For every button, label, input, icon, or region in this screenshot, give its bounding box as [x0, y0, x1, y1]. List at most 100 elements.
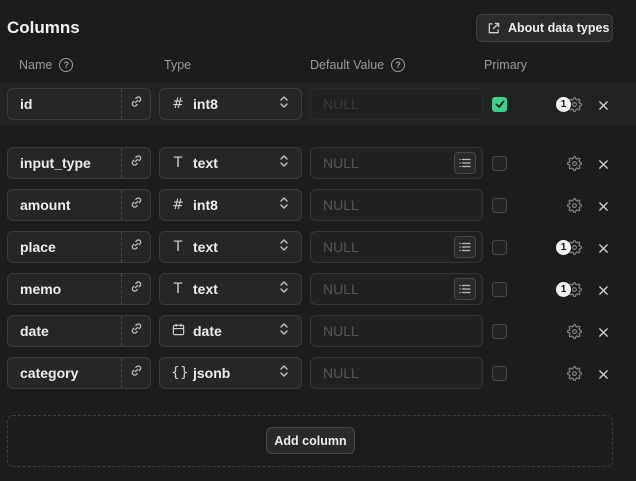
foreign-key-link-button[interactable]	[121, 232, 150, 262]
column-name-value: id	[20, 96, 33, 112]
default-value-input[interactable]: NULL	[310, 88, 483, 120]
column-name-value: amount	[20, 197, 71, 213]
help-icon[interactable]: ?	[391, 58, 406, 72]
check-icon	[495, 96, 505, 114]
default-value-input[interactable]: NULL	[310, 231, 483, 263]
remove-column-button[interactable]	[598, 367, 609, 385]
close-icon	[598, 367, 609, 384]
column-name-value: place	[20, 239, 56, 255]
suggestions-list-button[interactable]	[454, 278, 476, 300]
foreign-key-link-button[interactable]	[121, 316, 150, 346]
gear-icon[interactable]	[567, 156, 582, 176]
settings-count-badge: 1	[556, 282, 571, 297]
close-icon	[598, 199, 609, 216]
column-type-value: text	[193, 155, 218, 171]
hash-icon: #	[172, 197, 184, 213]
about-data-types-label: About data types	[508, 21, 610, 35]
add-column-button[interactable]: Add column	[266, 427, 355, 454]
column-name-input[interactable]: memo	[7, 273, 151, 305]
close-icon	[598, 283, 609, 300]
column-type-select[interactable]: Ttext	[159, 231, 302, 263]
default-value-input[interactable]: NULL	[310, 357, 483, 389]
default-value-input[interactable]: NULL	[310, 273, 483, 305]
column-name-input[interactable]: input_type	[7, 147, 151, 179]
close-icon	[598, 157, 609, 174]
column-name-input[interactable]: amount	[7, 189, 151, 221]
column-name-value: date	[20, 323, 49, 339]
column-name-input[interactable]: date	[7, 315, 151, 347]
default-value-input[interactable]: NULL	[310, 147, 483, 179]
column-type-select[interactable]: Ttext	[159, 273, 302, 305]
primary-key-checkbox[interactable]	[492, 97, 507, 112]
column-row: date date NULL	[0, 310, 636, 352]
column-type-value: jsonb	[193, 365, 231, 381]
link-icon	[130, 154, 143, 172]
column-type-value: int8	[193, 96, 218, 112]
close-icon	[598, 241, 609, 258]
remove-column-button[interactable]	[598, 283, 609, 301]
primary-key-checkbox[interactable]	[492, 324, 507, 339]
default-value-placeholder: NULL	[323, 239, 359, 255]
suggestions-list-button[interactable]	[454, 152, 476, 174]
gear-icon[interactable]	[567, 198, 582, 218]
column-type-select[interactable]: Ttext	[159, 147, 302, 179]
remove-column-button[interactable]	[598, 241, 609, 259]
remove-column-button[interactable]	[598, 98, 609, 116]
chevron-up-down-icon	[279, 364, 289, 383]
close-icon	[598, 98, 609, 115]
text-type-icon: T	[173, 281, 183, 297]
link-icon	[130, 238, 143, 256]
remove-column-button[interactable]	[598, 199, 609, 217]
column-name-value: memo	[20, 281, 62, 297]
link-icon	[130, 280, 143, 298]
foreign-key-link-button[interactable]	[121, 89, 150, 119]
column-type-value: int8	[193, 197, 218, 213]
list-icon	[459, 155, 471, 171]
foreign-key-link-button[interactable]	[121, 358, 150, 388]
add-column-area: Add column	[7, 415, 613, 467]
remove-column-button[interactable]	[598, 325, 609, 343]
default-value-placeholder: NULL	[323, 155, 359, 171]
primary-key-checkbox[interactable]	[492, 366, 507, 381]
default-value-placeholder: NULL	[323, 96, 359, 112]
link-icon	[130, 322, 143, 340]
about-data-types-button[interactable]: About data types	[476, 14, 613, 42]
primary-key-checkbox[interactable]	[492, 240, 507, 255]
foreign-key-link-button[interactable]	[121, 190, 150, 220]
chevron-up-down-icon	[279, 154, 289, 173]
column-row: place Ttext NULL 1	[0, 226, 636, 268]
column-row: id # int8 NULL 1	[0, 83, 636, 125]
foreign-key-link-button[interactable]	[121, 274, 150, 304]
chevron-up-down-icon	[279, 280, 289, 299]
page-title: Columns	[7, 18, 80, 37]
link-icon	[130, 364, 143, 382]
gear-icon[interactable]	[567, 366, 582, 386]
external-link-icon	[488, 22, 500, 33]
column-type-select[interactable]: # int8	[159, 88, 302, 120]
column-type-select[interactable]: {} jsonb	[159, 357, 302, 389]
settings-count-badge: 1	[556, 97, 571, 112]
column-name-input[interactable]: id	[7, 88, 151, 120]
column-name-input[interactable]: place	[7, 231, 151, 263]
suggestions-list-button[interactable]	[454, 236, 476, 258]
hash-icon: #	[172, 96, 184, 112]
primary-key-checkbox[interactable]	[492, 198, 507, 213]
default-value-input[interactable]: NULL	[310, 315, 483, 347]
chevron-up-down-icon	[279, 238, 289, 257]
default-value-placeholder: NULL	[323, 323, 359, 339]
columns-header: Columns About data types	[0, 0, 636, 56]
column-name-input[interactable]: category	[7, 357, 151, 389]
column-type-value: date	[193, 323, 222, 339]
default-value-placeholder: NULL	[323, 281, 359, 297]
text-type-icon: T	[173, 155, 183, 171]
default-value-input[interactable]: NULL	[310, 189, 483, 221]
column-type-select[interactable]: # int8	[159, 189, 302, 221]
list-icon	[459, 281, 471, 297]
foreign-key-link-button[interactable]	[121, 148, 150, 178]
gear-icon[interactable]	[567, 324, 582, 344]
primary-key-checkbox[interactable]	[492, 156, 507, 171]
primary-key-checkbox[interactable]	[492, 282, 507, 297]
remove-column-button[interactable]	[598, 157, 609, 175]
help-icon[interactable]: ?	[59, 58, 74, 72]
column-type-select[interactable]: date	[159, 315, 302, 347]
